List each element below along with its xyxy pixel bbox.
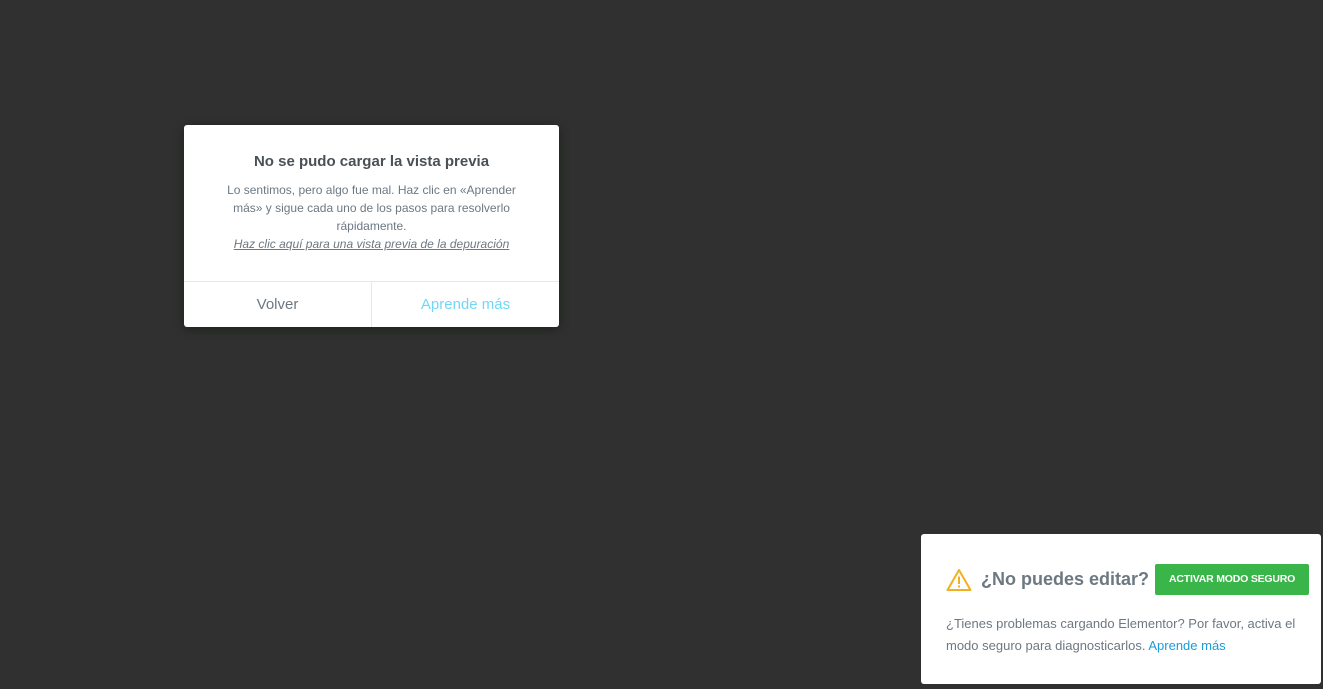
safe-mode-message-text: ¿Tienes problemas cargando Elementor? Po… [946, 616, 1296, 653]
learn-more-button[interactable]: Aprende más [372, 282, 559, 327]
activate-safe-mode-button[interactable]: ACTIVAR MODO SEGURO [1155, 564, 1310, 595]
dialog-body: No se pudo cargar la vista previa Lo sen… [184, 125, 559, 254]
warning-icon [946, 568, 972, 592]
safe-mode-title: ¿No puedes editar? [981, 569, 1150, 589]
debug-preview-link[interactable]: Haz clic aquí para una vista previa de l… [218, 235, 525, 253]
safe-mode-message: ¿Tienes problemas cargando Elementor? Po… [946, 613, 1296, 657]
safe-mode-learn-more-link[interactable]: Aprende más [1148, 638, 1225, 653]
dialog-buttons: Volver Aprende más [184, 281, 559, 327]
safe-mode-notice: ¿No puedes editar? ACTIVAR MODO SEGURO ¿… [921, 534, 1321, 684]
back-button[interactable]: Volver [184, 282, 372, 327]
safe-mode-header: ¿No puedes editar? ACTIVAR MODO SEGURO [946, 564, 1310, 595]
dialog-title: No se pudo cargar la vista previa [253, 153, 490, 170]
preview-error-dialog: No se pudo cargar la vista previa Lo sen… [184, 125, 559, 327]
dialog-message: Lo sentimos, pero algo fue mal. Haz clic… [227, 183, 516, 233]
editor-canvas: No se pudo cargar la vista previa Lo sen… [0, 0, 1323, 689]
